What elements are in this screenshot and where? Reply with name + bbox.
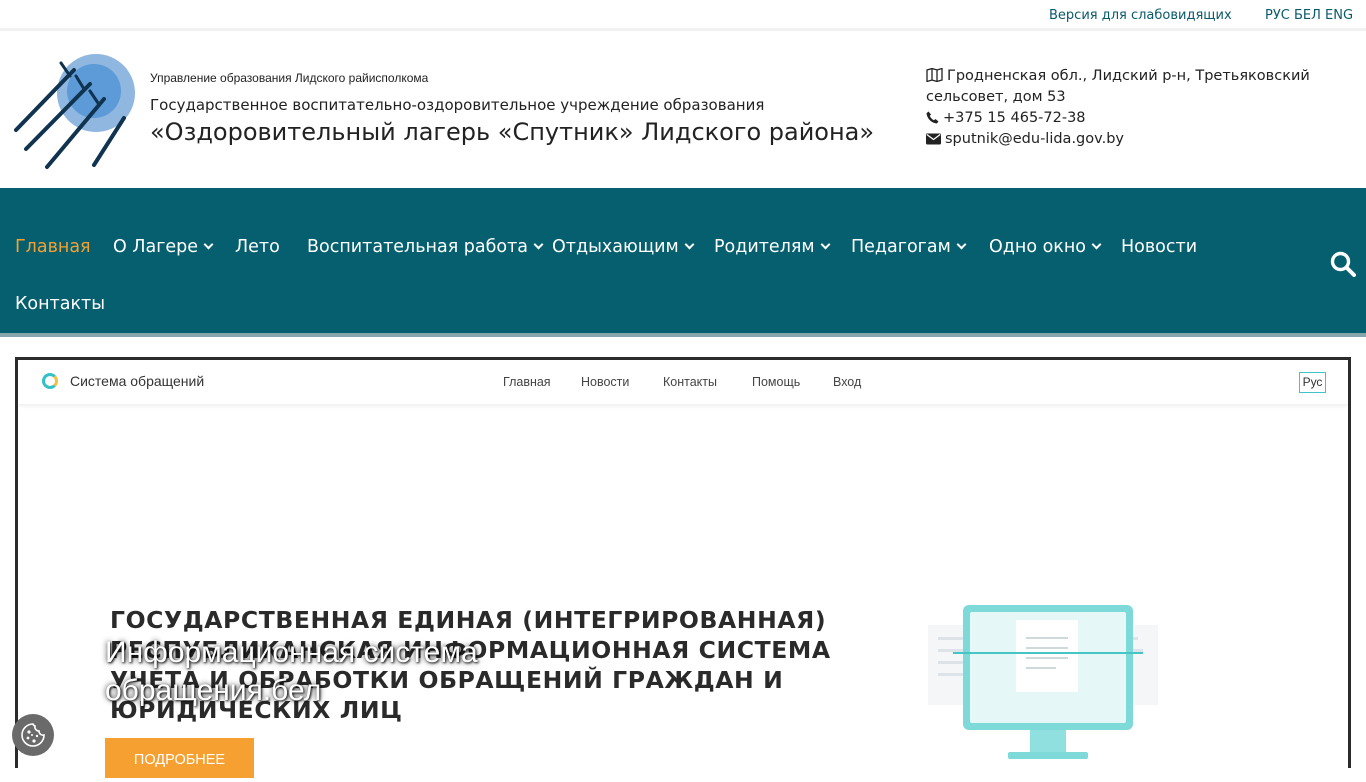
contacts-block: Гродненская обл., Лидский р-н, Третьяков…	[926, 66, 1316, 150]
nav-item-teachers[interactable]: Педагогам	[851, 237, 967, 257]
nav-item-education[interactable]: Воспитательная работа	[307, 237, 544, 257]
slide-link: Новости	[581, 375, 630, 389]
site-header: Управление образования Лидского райиспол…	[0, 34, 1366, 188]
cookie-settings-button[interactable]	[12, 714, 54, 756]
nav-item-about[interactable]: О Лагере	[113, 237, 214, 257]
chevron-down-icon	[203, 239, 214, 250]
email-link[interactable]: sputnik@edu-lida.gov.by	[945, 131, 1124, 147]
cookie-icon	[21, 723, 45, 747]
nav-item-contacts[interactable]: Контакты	[15, 294, 105, 314]
monitor-illustration	[928, 605, 1158, 759]
chevron-down-icon	[533, 239, 544, 250]
nav-item-news[interactable]: Новости	[1121, 237, 1197, 257]
main-nav	[0, 188, 1366, 333]
low-vision-link[interactable]: Версия для слабовидящих	[1049, 8, 1232, 23]
nav-item-one-window[interactable]: Одно окно	[989, 237, 1102, 257]
chevron-down-icon	[820, 239, 831, 250]
chevron-down-icon	[956, 239, 967, 250]
map-icon	[926, 68, 943, 82]
org-parent: Управление образования Лидского райиспол…	[150, 71, 429, 85]
envelope-icon	[926, 133, 941, 145]
phone-icon	[926, 111, 939, 124]
nav-divider	[0, 333, 1366, 337]
top-bar: Версия для слабовидящих РУС БЕЛ ENG	[0, 0, 1366, 31]
nav-item-campers[interactable]: Отдыхающим	[552, 237, 695, 257]
chevron-down-icon	[684, 239, 695, 250]
appeals-logo-icon	[42, 373, 58, 389]
slide-lang: Рус	[1299, 372, 1326, 393]
search-icon[interactable]	[1330, 251, 1356, 277]
chevron-down-icon	[1091, 239, 1102, 250]
sputnik-logo[interactable]	[14, 47, 138, 171]
org-name[interactable]: «Оздоровительный лагерь «Спутник» Лидско…	[150, 118, 874, 146]
org-type: Государственное воспитательно-оздоровите…	[150, 96, 765, 114]
slide-link: Главная	[503, 375, 551, 389]
slide-link: Вход	[833, 375, 862, 389]
slide-link: Помощь	[752, 375, 801, 389]
slide-caption: Информационная система обращения.бел	[105, 636, 478, 707]
phone-text[interactable]: +375 15 465-72-38	[943, 110, 1086, 126]
slide-link: Контакты	[663, 375, 717, 389]
nav-item-summer[interactable]: Лето	[235, 237, 280, 257]
nav-item-home[interactable]: Главная	[15, 237, 91, 257]
slide-brand: Система обращений	[70, 373, 205, 389]
read-more-button[interactable]: ПОДРОБНЕЕ	[105, 738, 254, 778]
address-text: Гродненская обл., Лидский р-н, Третьяков…	[926, 68, 1310, 105]
language-switcher[interactable]: РУС БЕЛ ENG	[1265, 8, 1353, 23]
nav-item-parents[interactable]: Родителям	[714, 237, 831, 257]
slide-screenshot-header: Система обращений Главная Новости Контак…	[18, 360, 1348, 404]
